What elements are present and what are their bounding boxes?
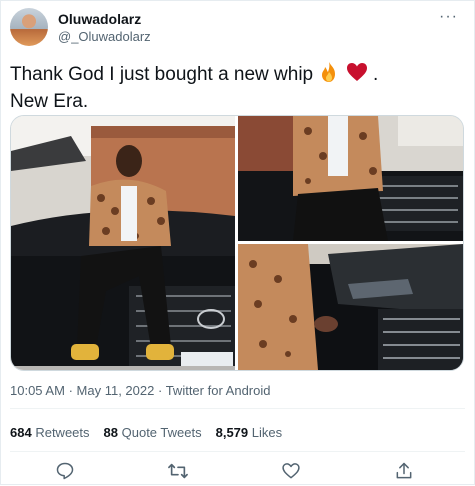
divider — [10, 408, 465, 409]
tweet-metadata: 10:05 AM · May 11, 2022 · Twitter for An… — [10, 383, 270, 398]
divider — [10, 451, 465, 452]
red-heart-emoji — [346, 61, 368, 90]
quotes-label: Quote Tweets — [121, 425, 202, 440]
fire-emoji — [318, 61, 340, 90]
tweet-text: Thank God I just bought a new whip . New… — [10, 61, 450, 114]
reply-icon[interactable] — [55, 461, 77, 483]
media-photo-2[interactable] — [238, 116, 463, 241]
media-grid — [10, 115, 464, 371]
meta-separator: · — [157, 383, 163, 398]
tweet-card: Oluwadolarz @_Oluwadolarz ··· Thank God … — [0, 0, 475, 485]
author-handle[interactable]: @_Oluwadolarz — [58, 29, 151, 44]
retweet-icon[interactable] — [167, 461, 189, 483]
retweets-stat[interactable]: 684 Retweets — [10, 425, 90, 440]
engagement-stats: 684 Retweets 88 Quote Tweets 8,579 Likes — [10, 425, 282, 440]
tweet-text-line1: Thank God I just bought a new whip — [10, 64, 314, 85]
author-name[interactable]: Oluwadolarz — [58, 11, 141, 27]
media-photo-3[interactable] — [238, 244, 463, 370]
quotes-count: 88 — [103, 425, 118, 440]
action-bar — [1, 461, 475, 485]
quote-tweets-stat[interactable]: 88 Quote Tweets — [104, 425, 202, 440]
share-icon[interactable] — [394, 461, 416, 483]
meta-separator: · — [68, 383, 73, 398]
tweet-date[interactable]: May 11, 2022 — [77, 383, 155, 398]
more-options-icon[interactable]: ··· — [439, 8, 458, 26]
likes-stat[interactable]: 8,579 Likes — [216, 425, 283, 440]
tweet-text-line2: New Era. — [10, 91, 89, 112]
tweet-time[interactable]: 10:05 AM — [10, 383, 65, 398]
tweet-source[interactable]: Twitter for Android — [166, 383, 271, 398]
retweets-label: Retweets — [35, 425, 90, 440]
like-icon[interactable] — [281, 461, 303, 483]
likes-label: Likes — [251, 425, 283, 440]
media-photo-1[interactable] — [11, 116, 235, 370]
likes-count: 8,579 — [215, 425, 249, 440]
tweet-text-line1-end: . — [372, 64, 379, 85]
retweets-count: 684 — [10, 425, 32, 440]
avatar[interactable] — [10, 8, 48, 46]
